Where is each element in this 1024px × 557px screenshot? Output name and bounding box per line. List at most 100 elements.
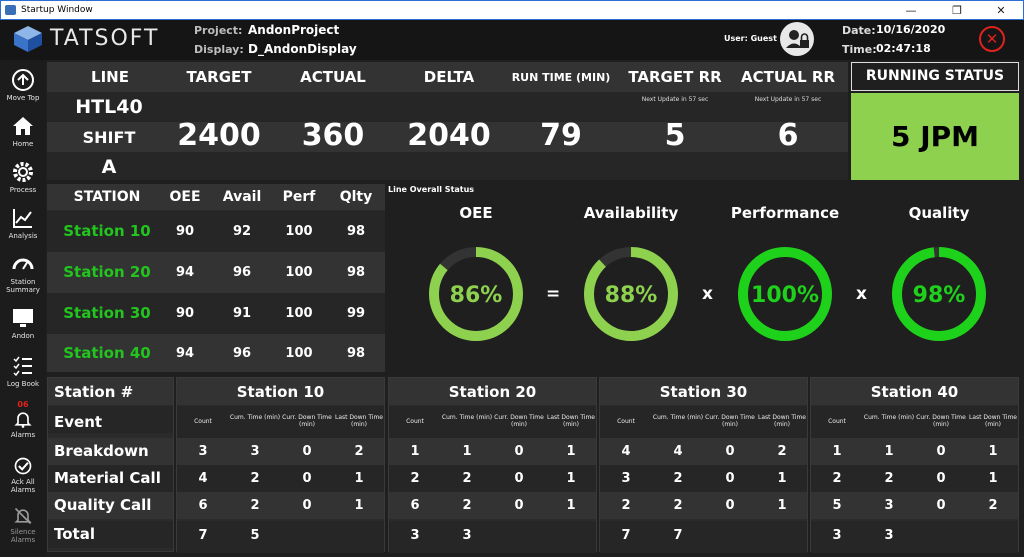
gauge-oee: 86% — [429, 247, 523, 341]
bell-icon — [14, 412, 32, 428]
col-header-count: Count — [406, 418, 424, 425]
col-header-station: STATION — [73, 189, 141, 205]
user-avatar-button[interactable] — [780, 22, 814, 56]
total-count: 7 — [198, 528, 208, 543]
row-label-event: Event — [54, 413, 103, 431]
maximize-button[interactable]: ❐ — [935, 1, 979, 20]
row-label-station: Station # — [54, 383, 134, 401]
shift-label: SHIFT — [82, 128, 136, 147]
avail-cell: 91 — [232, 306, 252, 321]
quality-count: 5 — [832, 498, 842, 513]
arrow-up-icon — [12, 69, 34, 91]
breakdown-count: 1 — [410, 444, 420, 459]
nav-silence-alarms[interactable]: Silence Alarms — [0, 506, 46, 544]
minimize-button[interactable]: — — [889, 1, 933, 20]
total-count: 3 — [832, 528, 842, 543]
breakdown-curr-down: 0 — [725, 444, 735, 459]
station-panel-title: Station 20 — [448, 383, 537, 401]
material-last-down: 1 — [354, 471, 364, 486]
perf-cell: 100 — [285, 224, 313, 239]
station-panel-title: Station 30 — [659, 383, 748, 401]
actual-rr-note: Next Update in 57 sec — [754, 96, 822, 103]
gauge-value: 98% — [913, 283, 966, 308]
oee-cell: 94 — [175, 346, 195, 361]
nav-move-top[interactable]: Move Top — [0, 68, 46, 102]
material-curr-down: 0 — [514, 471, 524, 486]
col-header-last-down: Last Down Time (min) — [969, 414, 1017, 428]
project-label: Project: — [194, 24, 243, 37]
user-lock-icon — [786, 30, 809, 48]
col-header-last-down: Last Down Time (min) — [758, 414, 806, 428]
col-header-cum-time: Cum. Time (min) — [863, 414, 915, 421]
material-cum-time: 2 — [673, 471, 683, 486]
quality-cum-time: 3 — [884, 498, 894, 513]
material-last-down: 1 — [777, 471, 787, 486]
nav-log-book[interactable]: Log Book — [0, 354, 46, 388]
quality-curr-down: 0 — [302, 498, 312, 513]
gauge-rings: 86% 88% 100% 98% — [429, 247, 986, 341]
station-10-events-panel: Station 10 Count Cum. Time (min) Curr. D… — [176, 377, 385, 553]
bell-off-icon — [14, 507, 32, 525]
material-cum-time: 2 — [462, 471, 472, 486]
nav-home[interactable]: Home — [0, 114, 46, 148]
col-header-count: Count — [617, 418, 635, 425]
total-cum-time: 7 — [673, 528, 683, 543]
col-header-curr-down: Curr. Down Time (min) — [916, 414, 966, 428]
home-icon — [13, 117, 33, 135]
table-row: Station 10 90 92 100 98 — [47, 211, 385, 252]
oee-cell: 90 — [175, 306, 195, 321]
shift-value: A — [101, 156, 117, 178]
quality-count: 6 — [198, 498, 208, 513]
close-window-button[interactable]: ✕ — [979, 1, 1023, 20]
exit-button[interactable]: ✕ — [979, 26, 1005, 52]
qlty-cell: 98 — [346, 265, 366, 280]
nav-label: Log Book — [6, 380, 40, 388]
date-label: Date: — [842, 24, 876, 37]
nav-label: Ack All Alarms — [10, 478, 36, 494]
table-row: Station 30 90 91 100 99 — [47, 293, 385, 334]
nav-label: Home — [12, 140, 34, 148]
quality-last-down: 1 — [777, 498, 787, 513]
app-header: TATSOFT Project: AndonProject Display: D… — [0, 20, 1024, 60]
quality-curr-down: 0 — [514, 498, 524, 513]
gauge-performance: 100% — [738, 247, 832, 341]
station-name: Station 30 — [63, 304, 151, 322]
avail-cell: 92 — [232, 224, 252, 239]
oee-cell: 94 — [175, 265, 195, 280]
table-row: Station 40 94 96 100 98 — [47, 334, 385, 372]
check-circle-icon — [14, 457, 32, 475]
breakdown-count: 1 — [832, 444, 842, 459]
nav-process[interactable]: Process — [0, 160, 46, 194]
col-header-cum-time: Cum. Time (min) — [441, 414, 493, 421]
nav-station-summary[interactable]: Station Summary — [0, 252, 46, 294]
nav-analysis[interactable]: Analysis — [0, 206, 46, 240]
checklist-icon — [13, 356, 32, 377]
material-cum-time: 2 — [250, 471, 260, 486]
total-count: 3 — [410, 528, 420, 543]
breakdown-curr-down: 0 — [936, 444, 946, 459]
actual-value: 360 — [301, 118, 365, 153]
operator-times: x — [702, 284, 713, 304]
nav-label: Process — [9, 186, 37, 194]
line-kpi-table: LINE TARGET ACTUAL DELTA RUN TIME (MIN) … — [47, 62, 848, 180]
nav-label: Analysis — [8, 232, 38, 240]
chart-icon — [13, 209, 32, 228]
col-header-count: Count — [194, 418, 212, 425]
oee-cell: 90 — [175, 224, 195, 239]
nav-alarms[interactable]: 06 Alarms — [0, 400, 46, 439]
tatsoft-logo-icon — [14, 26, 42, 52]
gauge-value: 100% — [751, 283, 819, 308]
breakdown-cum-time: 1 — [884, 444, 894, 459]
kpi-header-actual-rr: ACTUAL RR — [740, 68, 836, 86]
station-30-events-panel: Station 30 Count Cum. Time (min) Curr. D… — [599, 377, 808, 553]
col-header-avail: Avail — [222, 189, 262, 205]
time-value: 02:47:18 — [876, 42, 931, 55]
material-count: 2 — [832, 471, 842, 486]
kpi-header-delta: DELTA — [423, 68, 475, 86]
breakdown-curr-down: 0 — [514, 444, 524, 459]
nav-ack-all-alarms[interactable]: Ack All Alarms — [0, 456, 46, 494]
line-name: HTL40 — [75, 96, 143, 118]
nav-andon[interactable]: Andon — [0, 306, 46, 340]
date-value: 10/16/2020 — [876, 23, 946, 36]
kpi-header-run-time: RUN TIME (MIN) — [511, 71, 611, 84]
